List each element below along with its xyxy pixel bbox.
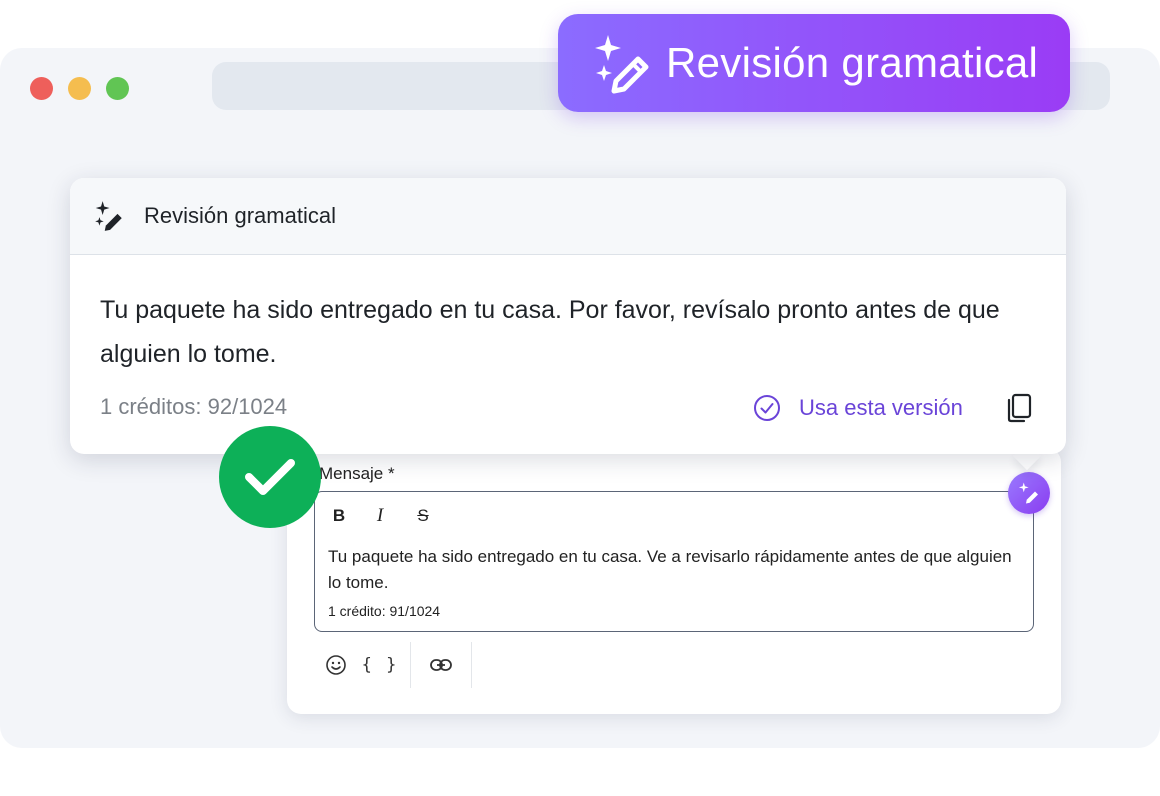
link-icon [430, 659, 452, 671]
sparkle-pen-icon [95, 201, 122, 231]
emoji-icon [326, 655, 346, 675]
toolbar-divider [410, 642, 411, 688]
window-minimize-dot[interactable] [68, 77, 91, 100]
bold-button[interactable]: B [327, 504, 351, 528]
sparkle-pen-icon [595, 35, 649, 94]
success-badge [219, 426, 321, 528]
check-circle-icon [754, 395, 780, 421]
suggested-text: Tu paquete ha sido entregado en tu casa.… [100, 296, 1000, 368]
strikethrough-button[interactable]: S [411, 504, 435, 528]
use-version-button[interactable]: Usa esta versión [753, 391, 963, 425]
variables-button[interactable]: { } [358, 642, 402, 688]
message-credit-counter: 1 crédito: 91/1024 [328, 603, 441, 619]
link-button[interactable] [419, 642, 463, 688]
compose-panel: Mensaje * B I S Tu paquete ha sido entre… [287, 448, 1061, 714]
sparkle-pen-icon [1018, 482, 1038, 504]
window-maximize-dot[interactable] [106, 77, 129, 100]
compose-toolbar: { } [314, 642, 480, 688]
use-version-label: Usa esta versión [799, 395, 963, 420]
italic-button[interactable]: I [368, 504, 392, 528]
message-label: Mensaje * [319, 464, 395, 483]
message-editor[interactable]: B I S Tu paquete ha sido entregado en tu… [314, 491, 1034, 632]
card-title: Revisión gramatical [144, 203, 336, 228]
feature-badge: Revisión gramatical [558, 14, 1070, 112]
toolbar-divider [471, 642, 472, 688]
checkmark-icon [245, 459, 295, 495]
grammar-suggestion-card: Revisión gramatical Tu paquete ha sido e… [70, 178, 1066, 454]
window-close-dot[interactable] [30, 77, 53, 100]
grammar-check-button[interactable] [1008, 472, 1050, 514]
copy-icon[interactable] [1005, 392, 1033, 424]
card-header: Revisión gramatical [70, 178, 1066, 255]
message-text[interactable]: Tu paquete ha sido entregado en tu casa.… [328, 544, 1018, 596]
emoji-button[interactable] [314, 642, 358, 688]
feature-badge-label: Revisión gramatical [666, 39, 1039, 86]
credit-counter: 1 créditos: 92/1024 [100, 394, 288, 419]
